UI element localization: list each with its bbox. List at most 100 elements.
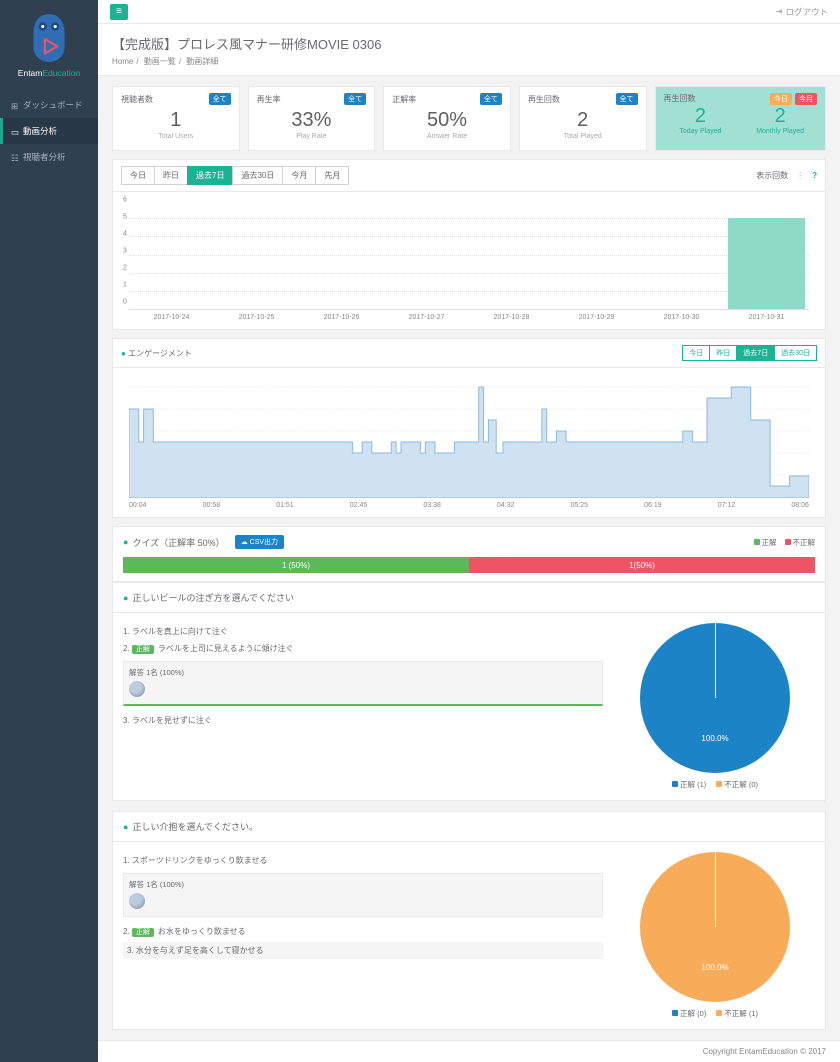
month-label: Monthly Played (743, 128, 817, 135)
quiz-block-1: ●正しいビールの注ぎ方を選んでください 1. ラベルを真上に向けて注ぐ 2. 正… (112, 582, 826, 801)
quiz2-answer-box: 解答 1名 (100%) (123, 873, 603, 917)
quiz2-pie-chart: 100.0% (640, 852, 790, 1002)
quiz1-opt3: ラベルを見せずに注ぐ (132, 716, 212, 725)
logout-link[interactable]: ⇥ログアウト (775, 6, 828, 18)
quiz-summary-panel: ● クイズ（正解率 50%） ☁ CSV出力 正解 不正解 1 (50%) 1(… (112, 526, 826, 582)
eng-tab-yesterday[interactable]: 昨日 (709, 345, 737, 361)
quiz-block-2: ●正しい介抱を選んでください。 1. スポーツドリンクをゆっくり飲ませる 解答 … (112, 811, 826, 1030)
card-plays: 再生回数 全て 2 Total Played (519, 86, 647, 151)
chart-metric-label: 表示回数 (756, 170, 788, 181)
card-label: 視聴者数 (121, 94, 153, 105)
eng-tab-30days[interactable]: 過去30日 (774, 345, 817, 361)
user-avatar[interactable] (129, 681, 145, 697)
plays-chart-panel: 今日 昨日 過去7日 過去30日 今月 先月 表示回数 ⋮ ? 654 321 … (112, 159, 826, 330)
answer-count: 解答 1名 (100%) (129, 667, 597, 678)
page-header: 【完成版】プロレス風マナー研修MOVIE 0306 Home/ 動画一覧/ 動画… (98, 24, 840, 76)
card-sub: Play Rate (257, 133, 367, 140)
breadcrumb: Home/ 動画一覧/ 動画詳細 (112, 56, 826, 67)
card-playrate: 再生率 全て 33% Play Rate (248, 86, 376, 151)
brand-text: EntamEducation (0, 68, 98, 78)
user-icon: ☷ (11, 153, 19, 161)
tab-yesterday[interactable]: 昨日 (154, 166, 188, 185)
card-plays-period: 再生回数 今日 今月 2Today Played 2Monthly Played (655, 86, 826, 151)
engagement-panel: ● エンゲージメント 今日 昨日 過去7日 過去30日 (112, 338, 826, 518)
tab-today[interactable]: 今日 (121, 166, 155, 185)
card-label: 再生率 (257, 94, 281, 105)
eng-tab-today[interactable]: 今日 (682, 345, 710, 361)
bar-incorrect: 1(50%) (469, 557, 815, 573)
quiz1-opt1: ラベルを真上に向けて注ぐ (132, 627, 228, 636)
card-label: 再生回数 (664, 93, 696, 105)
stat-cards: 視聴者数 全て 1 Total Users 再生率 全て 33% Play Rate… (98, 76, 840, 151)
owl-play-logo (28, 12, 70, 64)
csv-export-button[interactable]: ☁ CSV出力 (235, 535, 284, 549)
card-value: 33% (257, 109, 367, 132)
quiz-summary-title: クイズ（正解率 50%） (132, 536, 224, 549)
nav-video-analytics[interactable]: ▭動画分析 (0, 118, 98, 144)
badge-all: 全て (616, 93, 638, 105)
engagement-x-axis: 00:0400:5801:5102:4503:3804:3205:2506:19… (129, 502, 809, 509)
logout-icon: ⇥ (775, 6, 782, 17)
sidebar: EntamEducation ⊞ダッシュボード ▭動画分析 ☷視聴者分析 (0, 0, 98, 1062)
card-value: 2 (528, 109, 638, 132)
crumb-list[interactable]: 動画一覧 (144, 57, 176, 66)
tab-30days[interactable]: 過去30日 (232, 166, 283, 185)
card-answerrate: 正解率 全て 50% Answer Rate (383, 86, 511, 151)
bar-correct: 1 (50%) (123, 557, 469, 573)
user-avatar[interactable] (129, 893, 145, 909)
quiz1-answer-box: 解答 1名 (100%) (123, 661, 603, 706)
quiz2-opt3: 水分を与えず足を高くして寝かせる (136, 946, 264, 955)
topbar: ≡ ⇥ログアウト (98, 0, 840, 24)
badge-all: 全て (480, 93, 502, 105)
legend-incorrect: 不正解 (793, 538, 816, 547)
card-value: 50% (392, 109, 502, 132)
card-sub: Total Users (121, 133, 231, 140)
pie-legend-correct: 正解 (0) (680, 1009, 706, 1018)
card-sub: Answer Rate (392, 133, 502, 140)
quiz1-opt2: ラベルを上司に見えるように傾け注ぐ (158, 644, 294, 653)
quiz2-question: 正しい介抱を選んでください。 (132, 820, 258, 833)
quiz1-question: 正しいビールの注ぎ方を選んでください (132, 591, 294, 604)
card-viewers: 視聴者数 全て 1 Total Users (112, 86, 240, 151)
card-value: 1 (121, 109, 231, 132)
eng-tab-7days[interactable]: 過去7日 (736, 345, 775, 361)
nav-viewer-analytics[interactable]: ☷視聴者分析 (0, 144, 98, 170)
date-range-tabs: 今日 昨日 過去7日 過去30日 今月 先月 (121, 166, 349, 185)
main: ≡ ⇥ログアウト 【完成版】プロレス風マナー研修MOVIE 0306 Home/… (98, 0, 840, 1062)
card-sub: Total Played (528, 133, 638, 140)
badge-all: 全て (344, 93, 366, 105)
correct-badge: 正解 (132, 645, 154, 654)
x-axis: 2017-10-242017-10-252017-10-262017-10-27… (129, 314, 809, 321)
tab-thismonth[interactable]: 今月 (282, 166, 316, 185)
pie-legend-correct: 正解 (1) (680, 780, 706, 789)
card-label: 正解率 (392, 94, 416, 105)
chart-menu-icon[interactable]: ⋮ (796, 171, 804, 180)
engagement-chart (129, 376, 809, 498)
nav-dashboard[interactable]: ⊞ダッシュボード (0, 92, 98, 118)
correct-badge: 正解 (132, 928, 154, 937)
crumb-home[interactable]: Home (112, 57, 133, 66)
chart-help-icon[interactable]: ? (812, 171, 817, 180)
page-title: 【完成版】プロレス風マナー研修MOVIE 0306 (112, 34, 826, 53)
answer-count: 解答 1名 (100%) (129, 879, 597, 890)
logo-area: EntamEducation (0, 8, 98, 86)
quiz-result-bar: 1 (50%) 1(50%) (123, 557, 815, 573)
badge-today: 今日 (770, 93, 792, 105)
grid-icon: ⊞ (11, 101, 19, 109)
card-label: 再生回数 (528, 94, 560, 105)
badge-month: 今月 (795, 93, 817, 105)
bar-chart: 654 321 0 (129, 200, 809, 310)
badge-all: 全て (209, 93, 231, 105)
crumb-detail: 動画詳細 (186, 57, 218, 66)
today-value: 2 (664, 105, 738, 128)
quiz2-opt1: スポーツドリンクをゆっくり飲ませる (132, 856, 268, 865)
tab-lastmonth[interactable]: 先月 (315, 166, 349, 185)
tab-7days[interactable]: 過去7日 (187, 166, 233, 185)
y-axis: 654 321 0 (123, 200, 127, 309)
today-label: Today Played (664, 128, 738, 135)
nav-list: ⊞ダッシュボード ▭動画分析 ☷視聴者分析 (0, 92, 98, 170)
quiz1-pie-chart: 100.0% (640, 623, 790, 773)
hamburger-button[interactable]: ≡ (110, 4, 128, 20)
footer: Copyright EntamEducation © 2017 (98, 1040, 840, 1062)
pie-legend-incorrect: 不正解 (1) (724, 1009, 758, 1018)
